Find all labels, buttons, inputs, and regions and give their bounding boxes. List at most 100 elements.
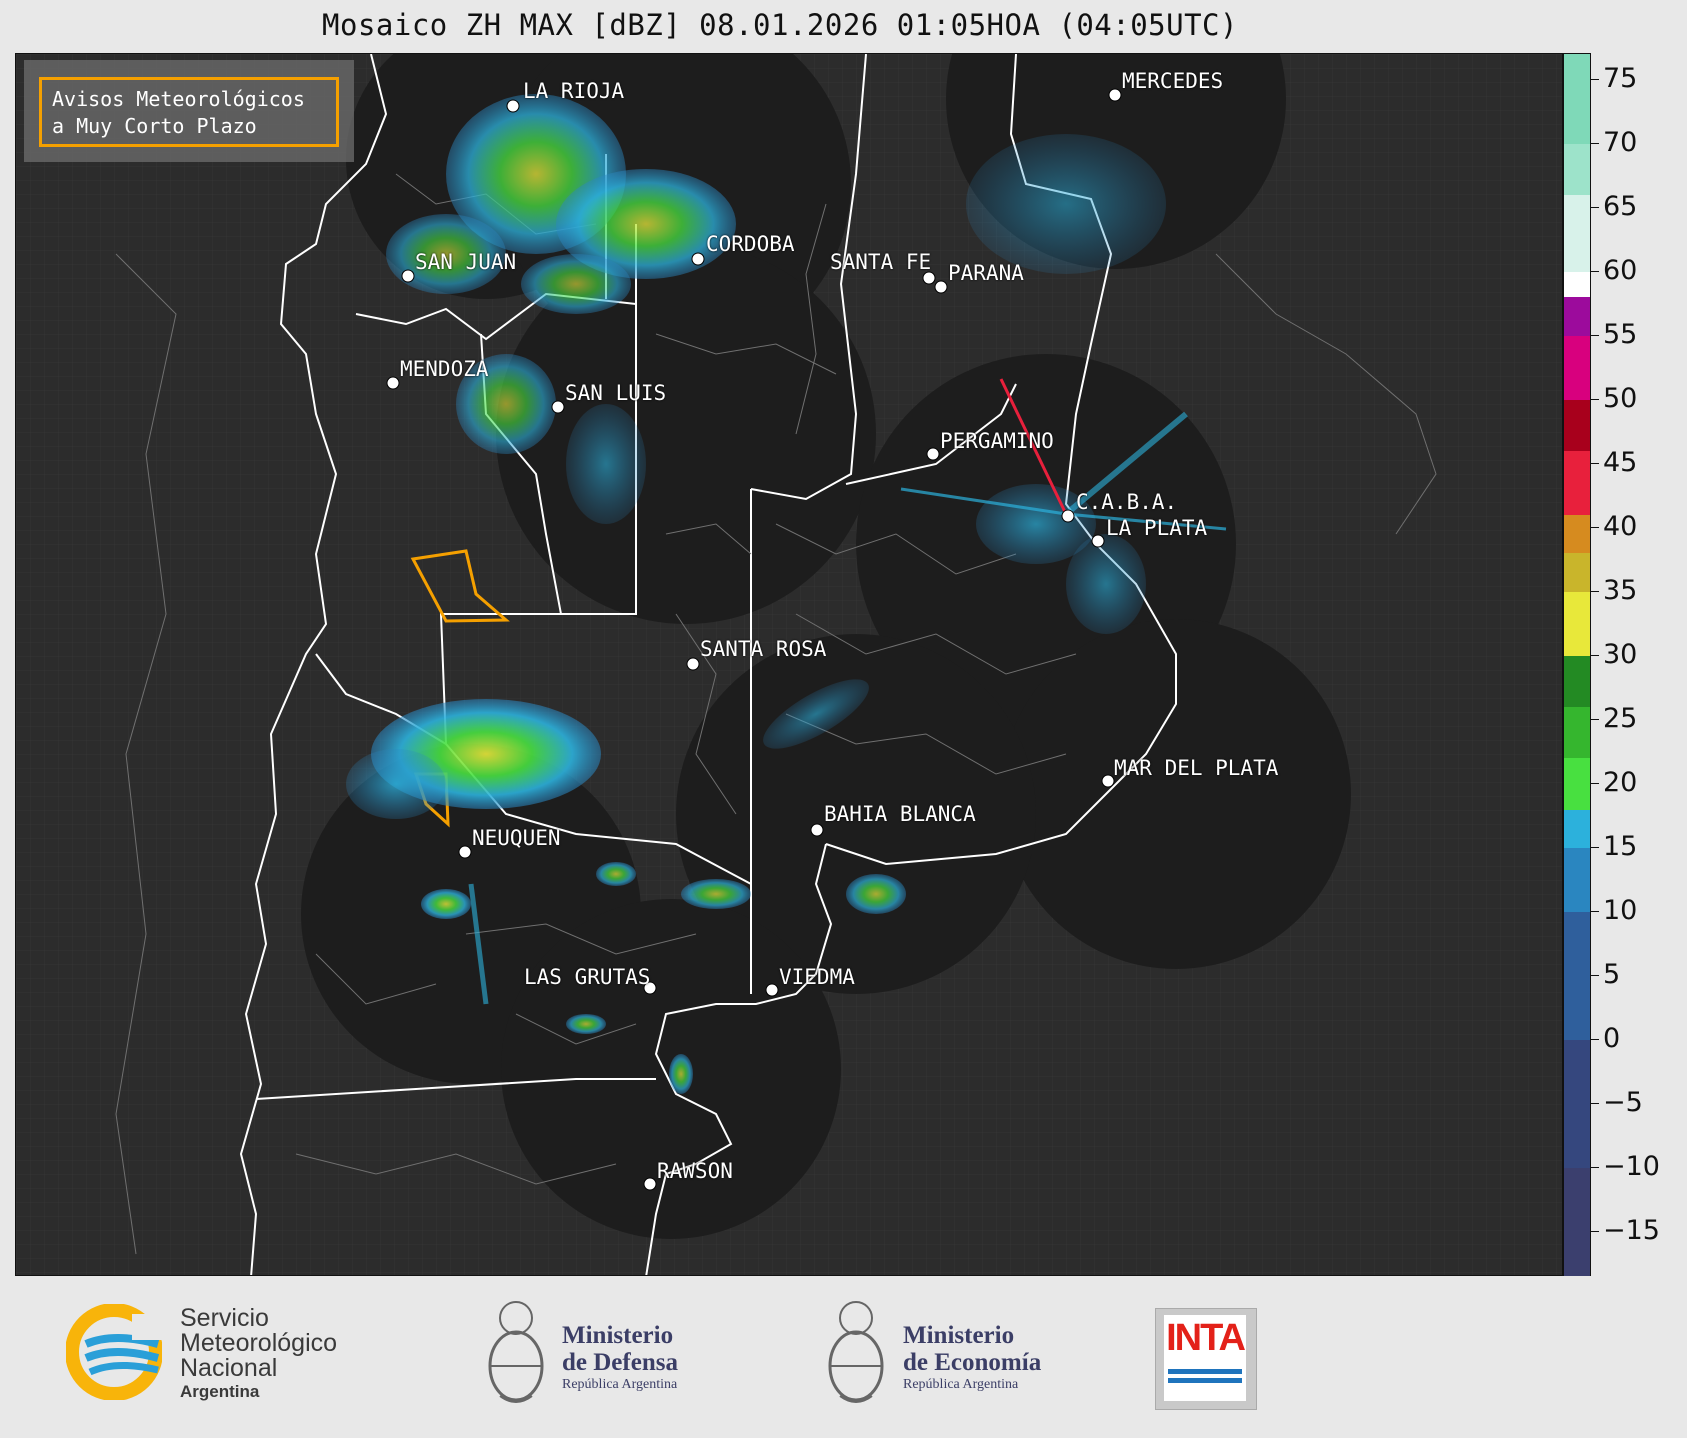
colorbar-tick bbox=[1591, 782, 1599, 784]
colorbar-tick bbox=[1591, 1039, 1599, 1041]
economia-logo-text: Ministerio de Economía República Argenti… bbox=[903, 1322, 1041, 1394]
colorbar-tick-label: 50 bbox=[1603, 382, 1638, 414]
colorbar-tick bbox=[1591, 398, 1599, 400]
warning-legend-label: Avisos Meteorológicos a Muy Corto Plazo bbox=[39, 77, 339, 147]
colorbar-tick bbox=[1591, 206, 1599, 208]
map-title: Mosaico ZH MAX [dBZ] 08.01.2026 01:05HOA… bbox=[322, 8, 1238, 42]
coat-of-arms-icon bbox=[488, 1301, 544, 1403]
smn-line2: Meteorológico bbox=[180, 1329, 338, 1357]
warning-legend-line2: a Muy Corto Plazo bbox=[52, 114, 257, 138]
colorbar-tick bbox=[1591, 1167, 1599, 1169]
city-label-mercedes: MERCEDES bbox=[1122, 69, 1224, 93]
smn-line4: Argentina bbox=[180, 1382, 260, 1401]
city-label-la-plata: LA PLATA bbox=[1106, 516, 1208, 540]
colorbar-ticks: 75 70 65 60 55 50 45 40 35 30 25 20 15 10 5 0 −5 −10 −15 bbox=[1591, 53, 1687, 1276]
colorbar-segment bbox=[1564, 54, 1590, 144]
colorbar-tick-label: −15 bbox=[1603, 1215, 1660, 1247]
defensa-line1: Ministerio bbox=[562, 1322, 674, 1349]
colorbar-segment bbox=[1564, 655, 1590, 708]
smn-line3: Nacional bbox=[180, 1354, 278, 1382]
colorbar-tick-label: 20 bbox=[1603, 766, 1638, 798]
colorbar-tick-label: 25 bbox=[1603, 702, 1638, 734]
economia-line2: de Economía bbox=[903, 1349, 1042, 1376]
colorbar-segment bbox=[1564, 143, 1590, 195]
city-label-rawson: RAWSON bbox=[657, 1159, 733, 1183]
colorbar-tick-label: 10 bbox=[1603, 895, 1638, 927]
city-label-caba: C.A.B.A. bbox=[1076, 490, 1178, 514]
colorbar-tick-label: 65 bbox=[1603, 190, 1638, 222]
colorbar-tick-label: 35 bbox=[1603, 574, 1638, 606]
city-label-cordoba: CORDOBA bbox=[706, 232, 795, 256]
colorbar-tick bbox=[1591, 78, 1599, 80]
colorbar-segment bbox=[1564, 335, 1590, 400]
city-label-san-luis: SAN LUIS bbox=[565, 381, 667, 405]
colorbar-segment bbox=[1564, 912, 1590, 1041]
colorbar-tick-label: 0 bbox=[1603, 1023, 1621, 1055]
defensa-line3: República Argentina bbox=[562, 1377, 678, 1392]
colorbar-tick bbox=[1591, 590, 1599, 592]
footer-logos: Servicio Meteorológico Nacional Argentin… bbox=[0, 1276, 1687, 1438]
city-label-pergamino: PERGAMINO bbox=[940, 429, 1054, 453]
colorbar-segment bbox=[1564, 809, 1590, 848]
colorbar-tick bbox=[1591, 1231, 1599, 1233]
colorbar-tick bbox=[1591, 334, 1599, 336]
colorbar-tick-label: 75 bbox=[1603, 62, 1638, 94]
colorbar-tick-label: 30 bbox=[1603, 638, 1638, 670]
defensa-line2: de Defensa bbox=[562, 1349, 678, 1376]
colorbar bbox=[1563, 53, 1591, 1277]
colorbar-tick-label: 60 bbox=[1603, 254, 1638, 286]
city-label-san-juan: SAN JUAN bbox=[415, 250, 517, 274]
colorbar-tick bbox=[1591, 718, 1599, 720]
colorbar-tick-label: 70 bbox=[1603, 126, 1638, 158]
colorbar-segment bbox=[1564, 591, 1590, 656]
smn-logo-icon bbox=[66, 1304, 162, 1400]
city-label-parana: PARANA bbox=[948, 261, 1024, 285]
city-label-las-grutas: LAS GRUTAS bbox=[524, 965, 651, 989]
colorbar-tick-label: 15 bbox=[1603, 830, 1638, 862]
colorbar-tick-label: −5 bbox=[1603, 1087, 1643, 1119]
colorbar-segment bbox=[1564, 297, 1590, 336]
city-label-viedma: VIEDMA bbox=[779, 965, 855, 989]
smn-line1: Servicio bbox=[180, 1304, 269, 1332]
colorbar-segment bbox=[1564, 707, 1590, 759]
city-label-santa-fe: SANTA FE bbox=[830, 250, 932, 274]
colorbar-segment bbox=[1564, 515, 1590, 554]
economia-line1: Ministerio bbox=[903, 1322, 1015, 1349]
colorbar-tick bbox=[1591, 526, 1599, 528]
colorbar-segment bbox=[1564, 450, 1590, 516]
colorbar-tick-label: 45 bbox=[1603, 446, 1638, 478]
coat-of-arms-icon bbox=[828, 1301, 884, 1403]
city-label-la-rioja: LA RIOJA bbox=[523, 79, 625, 103]
city-label-santa-rosa: SANTA ROSA bbox=[700, 637, 827, 661]
warning-legend-line1: Avisos Meteorológicos bbox=[52, 87, 305, 111]
colorbar-tick bbox=[1591, 654, 1599, 656]
warning-legend: Avisos Meteorológicos a Muy Corto Plazo bbox=[24, 60, 354, 162]
colorbar-tick-label: −10 bbox=[1603, 1151, 1660, 1183]
colorbar-segment bbox=[1564, 758, 1590, 810]
colorbar-tick bbox=[1591, 270, 1599, 272]
colorbar-segment bbox=[1564, 1040, 1590, 1169]
colorbar-segment bbox=[1564, 271, 1590, 298]
defensa-logo-text: Ministerio de Defensa República Argentin… bbox=[562, 1322, 678, 1394]
colorbar-tick bbox=[1591, 975, 1599, 977]
colorbar-tick bbox=[1591, 846, 1599, 848]
colorbar-segment bbox=[1564, 553, 1590, 592]
radar-map[interactable]: Avisos Meteorológicos a Muy Corto Plazo … bbox=[15, 53, 1563, 1276]
colorbar-tick-label: 40 bbox=[1603, 510, 1638, 542]
colorbar-tick bbox=[1591, 142, 1599, 144]
colorbar-segment bbox=[1564, 194, 1590, 272]
economia-line3: República Argentina bbox=[903, 1377, 1019, 1392]
colorbar-tick-label: 5 bbox=[1603, 959, 1621, 991]
colorbar-tick bbox=[1591, 911, 1599, 913]
colorbar-segment bbox=[1564, 399, 1590, 451]
city-label-mendoza: MENDOZA bbox=[400, 357, 489, 381]
colorbar-tick bbox=[1591, 462, 1599, 464]
inta-text: INTA bbox=[1166, 1317, 1246, 1359]
colorbar-segment bbox=[1564, 847, 1590, 913]
colorbar-segment bbox=[1564, 1168, 1590, 1277]
city-label-neuquen: NEUQUEN bbox=[472, 826, 561, 850]
smn-logo-text: Servicio Meteorológico Nacional Argentin… bbox=[180, 1306, 337, 1403]
city-label-mar-del-plata: MAR DEL PLATA bbox=[1114, 756, 1279, 780]
colorbar-tick bbox=[1591, 1103, 1599, 1105]
colorbar-tick-label: 55 bbox=[1603, 318, 1638, 350]
